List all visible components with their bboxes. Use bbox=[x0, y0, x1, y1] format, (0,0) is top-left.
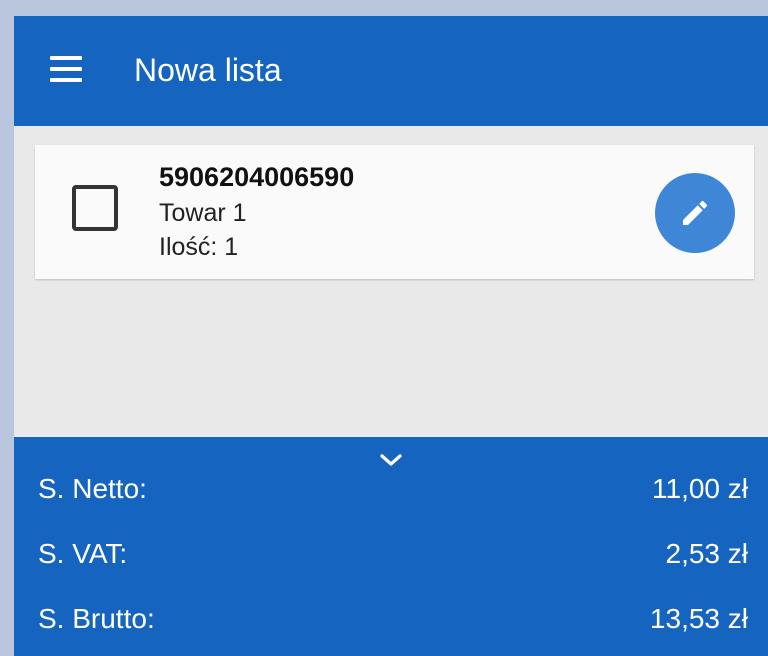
summary-panel: S. Netto: 11,00 zł S. VAT: 2,53 zł S. Br… bbox=[14, 437, 768, 656]
item-quantity: Ilość: 1 bbox=[159, 233, 239, 261]
gross-total-label: S. Brutto: bbox=[38, 603, 155, 634]
item-name: Towar 1 bbox=[159, 199, 247, 227]
chevron-down-icon[interactable] bbox=[376, 451, 406, 471]
pencil-icon bbox=[683, 200, 708, 225]
item-checkbox[interactable] bbox=[72, 185, 118, 231]
vat-total-label: S. VAT: bbox=[38, 538, 128, 569]
item-barcode: 5906204006590 bbox=[159, 162, 355, 192]
hamburger-menu-icon[interactable] bbox=[50, 56, 82, 84]
list-item[interactable]: 5906204006590 Towar 1 Ilość: 1 bbox=[35, 145, 754, 279]
page-title: Nowa lista bbox=[134, 52, 282, 88]
item-list: 5906204006590 Towar 1 Ilość: 1 bbox=[14, 126, 768, 437]
gross-total-value: 13,53 zł bbox=[649, 603, 748, 634]
vat-total-value: 2,53 zł bbox=[665, 538, 749, 569]
app-screen: Nowa lista 5906204006590 Towar 1 Ilość: … bbox=[14, 16, 768, 656]
app-bar: Nowa lista bbox=[14, 16, 768, 126]
net-total-value: 11,00 zł bbox=[652, 473, 748, 504]
edit-item-button[interactable] bbox=[655, 173, 735, 253]
net-total-label: S. Netto: bbox=[38, 473, 147, 504]
